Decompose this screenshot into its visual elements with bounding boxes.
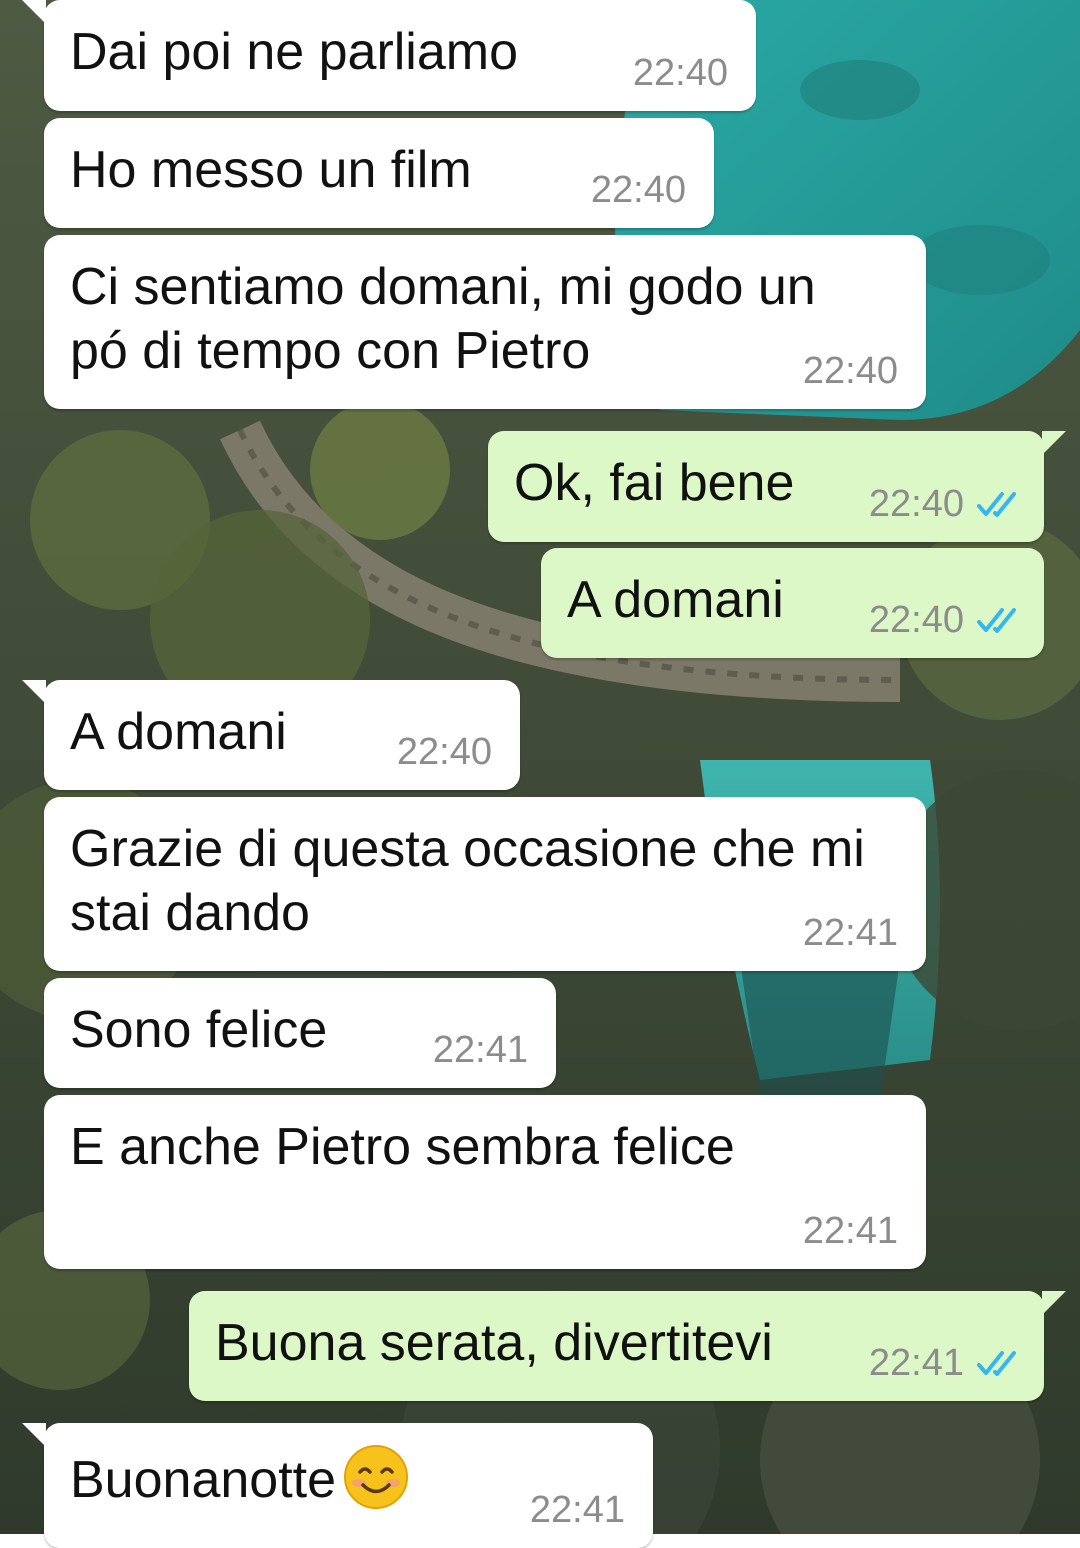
double-check-icon — [977, 608, 1016, 633]
message-bubble[interactable]: Ci sentiamo domani, mi godo un pó di tem… — [44, 235, 926, 409]
message-text: A domani — [70, 703, 287, 761]
message-bubble[interactable]: Dai poi ne parliamo 22:40 — [22, 0, 756, 111]
message-text: Sono felice — [70, 1001, 328, 1059]
message-timestamp: 22:40 — [802, 350, 898, 392]
bubble-tail — [22, 0, 46, 24]
message-time-label: 22:41 — [868, 1342, 964, 1384]
bubble-tail — [22, 1423, 46, 1447]
message-time-label: 22:40 — [868, 483, 964, 525]
message-text: Buonanotte — [70, 1443, 410, 1512]
message-time-label: 22:40 — [868, 599, 964, 641]
message-text: A domani — [567, 571, 784, 629]
message-timestamp: 22:40 — [632, 52, 728, 94]
message-bubble[interactable]: E anche Pietro sembra felice 22:41 — [44, 1095, 926, 1269]
message-timestamp: 22:40 — [396, 731, 492, 773]
message-timestamp: 22:40 — [869, 598, 1022, 642]
message-text: Grazie di questa occasione che mi stai d… — [70, 820, 865, 942]
message-timestamp: 22:41 — [869, 1341, 1022, 1385]
message-bubble[interactable]: Ho messo un film 22:40 — [44, 118, 714, 228]
message-text: E anche Pietro sembra felice — [70, 1118, 735, 1176]
bubble-tail — [1042, 431, 1066, 455]
smiling-face-emoji-icon — [344, 1445, 409, 1509]
message-text: Ci sentiamo domani, mi godo un pó di tem… — [70, 258, 816, 380]
message-bubble[interactable]: A domani 22:40 — [541, 548, 1044, 658]
message-bubble[interactable]: Buona serata, divertitevi 22:41 — [189, 1291, 1066, 1401]
message-timestamp: 22:41 — [529, 1489, 625, 1531]
message-bubble[interactable]: Grazie di questa occasione che mi stai d… — [44, 797, 926, 971]
message-timestamp: 22:41 — [432, 1029, 528, 1071]
message-timestamp: 22:41 — [802, 1210, 898, 1252]
message-text-label: Buonanotte — [70, 1451, 337, 1509]
bubble-tail — [1042, 1291, 1066, 1315]
message-text: Buona serata, divertitevi — [215, 1314, 773, 1372]
message-bubble[interactable]: Ok, fai bene 22:40 — [488, 431, 1066, 542]
message-timestamp: 22:40 — [590, 169, 686, 211]
message-bubble[interactable]: A domani 22:40 — [22, 680, 520, 790]
message-bubble[interactable]: Sono felice 22:41 — [44, 978, 556, 1088]
message-text: Ho messo un film — [70, 141, 472, 199]
double-check-icon — [977, 492, 1016, 517]
double-check-icon — [977, 1351, 1016, 1376]
message-text: Dai poi ne parliamo — [70, 23, 519, 81]
message-timestamp: 22:41 — [802, 912, 898, 954]
message-bubble[interactable]: Buonanotte 22:41 — [22, 1423, 653, 1548]
bubble-tail — [22, 680, 46, 704]
message-text: Ok, fai bene — [514, 454, 795, 512]
message-timestamp: 22:40 — [869, 482, 1022, 526]
